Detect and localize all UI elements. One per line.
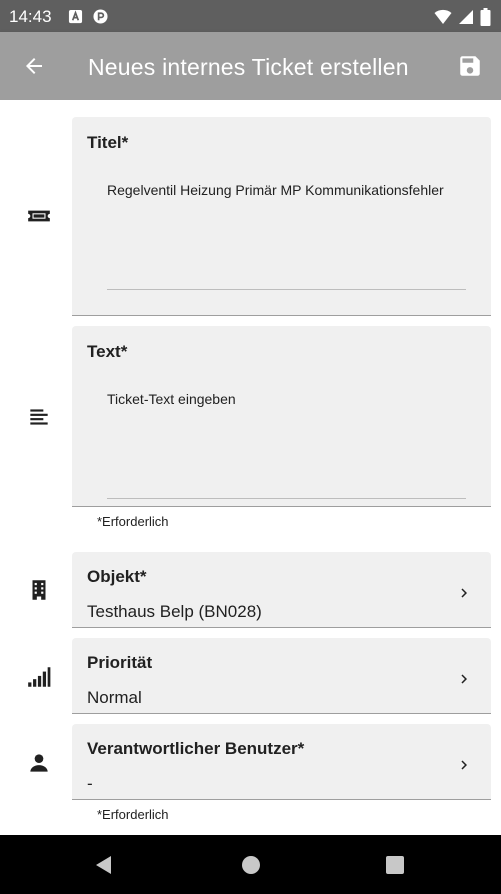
- title-field[interactable]: Titel* Regelventil Heizung Primär MP Kom…: [72, 117, 491, 316]
- priority-value: Normal: [87, 688, 142, 707]
- status-time: 14:43: [9, 7, 52, 26]
- priority-field[interactable]: Priorität Normal: [72, 638, 491, 714]
- title-underline: [107, 289, 466, 290]
- title-label: Titel*: [87, 133, 129, 152]
- form-content: Titel* Regelventil Heizung Primär MP Kom…: [0, 100, 501, 835]
- home-circle-icon[interactable]: [239, 853, 263, 877]
- responsible-user-value: -: [87, 774, 93, 793]
- text-underline: [107, 498, 466, 499]
- signal-icon: [459, 10, 473, 24]
- page-title: Neues internes Ticket erstellen: [88, 54, 409, 80]
- object-label: Objekt*: [87, 567, 147, 586]
- ticket-icon: [28, 210, 50, 222]
- floppy-disk-icon[interactable]: [457, 53, 483, 79]
- priority-label: Priorität: [87, 653, 153, 672]
- chevron-right-icon[interactable]: [455, 584, 473, 602]
- text-label: Text*: [87, 342, 128, 361]
- system-icons: [434, 8, 491, 26]
- responsible-user-field[interactable]: Verantwortlicher Benutzer* -: [72, 724, 491, 800]
- text-field[interactable]: Text* Ticket-Text eingeben: [72, 326, 491, 507]
- person-icon: [30, 754, 48, 772]
- text-input[interactable]: Ticket-Text eingeben: [107, 391, 236, 407]
- chevron-right-icon[interactable]: [455, 670, 473, 688]
- signal-bars-icon: [28, 667, 51, 687]
- object-value: Testhaus Belp (BN028): [87, 602, 262, 621]
- building-icon: [32, 580, 46, 600]
- app-bar: Neues internes Ticket erstellen: [0, 32, 501, 100]
- a-icon: [68, 9, 83, 24]
- navigation-bar: [0, 835, 501, 894]
- battery-icon: [480, 8, 491, 26]
- required-hint: *Erforderlich: [97, 514, 169, 529]
- chevron-right-icon[interactable]: [455, 756, 473, 774]
- back-triangle-icon[interactable]: [92, 853, 116, 877]
- wifi-icon: [434, 9, 452, 24]
- arrow-left-icon[interactable]: [22, 54, 46, 78]
- text-lines-icon: [30, 409, 48, 425]
- status-bar: 14:43: [0, 0, 501, 32]
- object-field[interactable]: Objekt* Testhaus Belp (BN028): [72, 552, 491, 628]
- responsible-user-label: Verantwortlicher Benutzer*: [87, 739, 305, 758]
- recents-square-icon[interactable]: [383, 853, 407, 877]
- title-input[interactable]: Regelventil Heizung Primär MP Kommunikat…: [107, 182, 444, 198]
- p-icon: [93, 9, 108, 24]
- required-hint: *Erforderlich: [97, 807, 169, 822]
